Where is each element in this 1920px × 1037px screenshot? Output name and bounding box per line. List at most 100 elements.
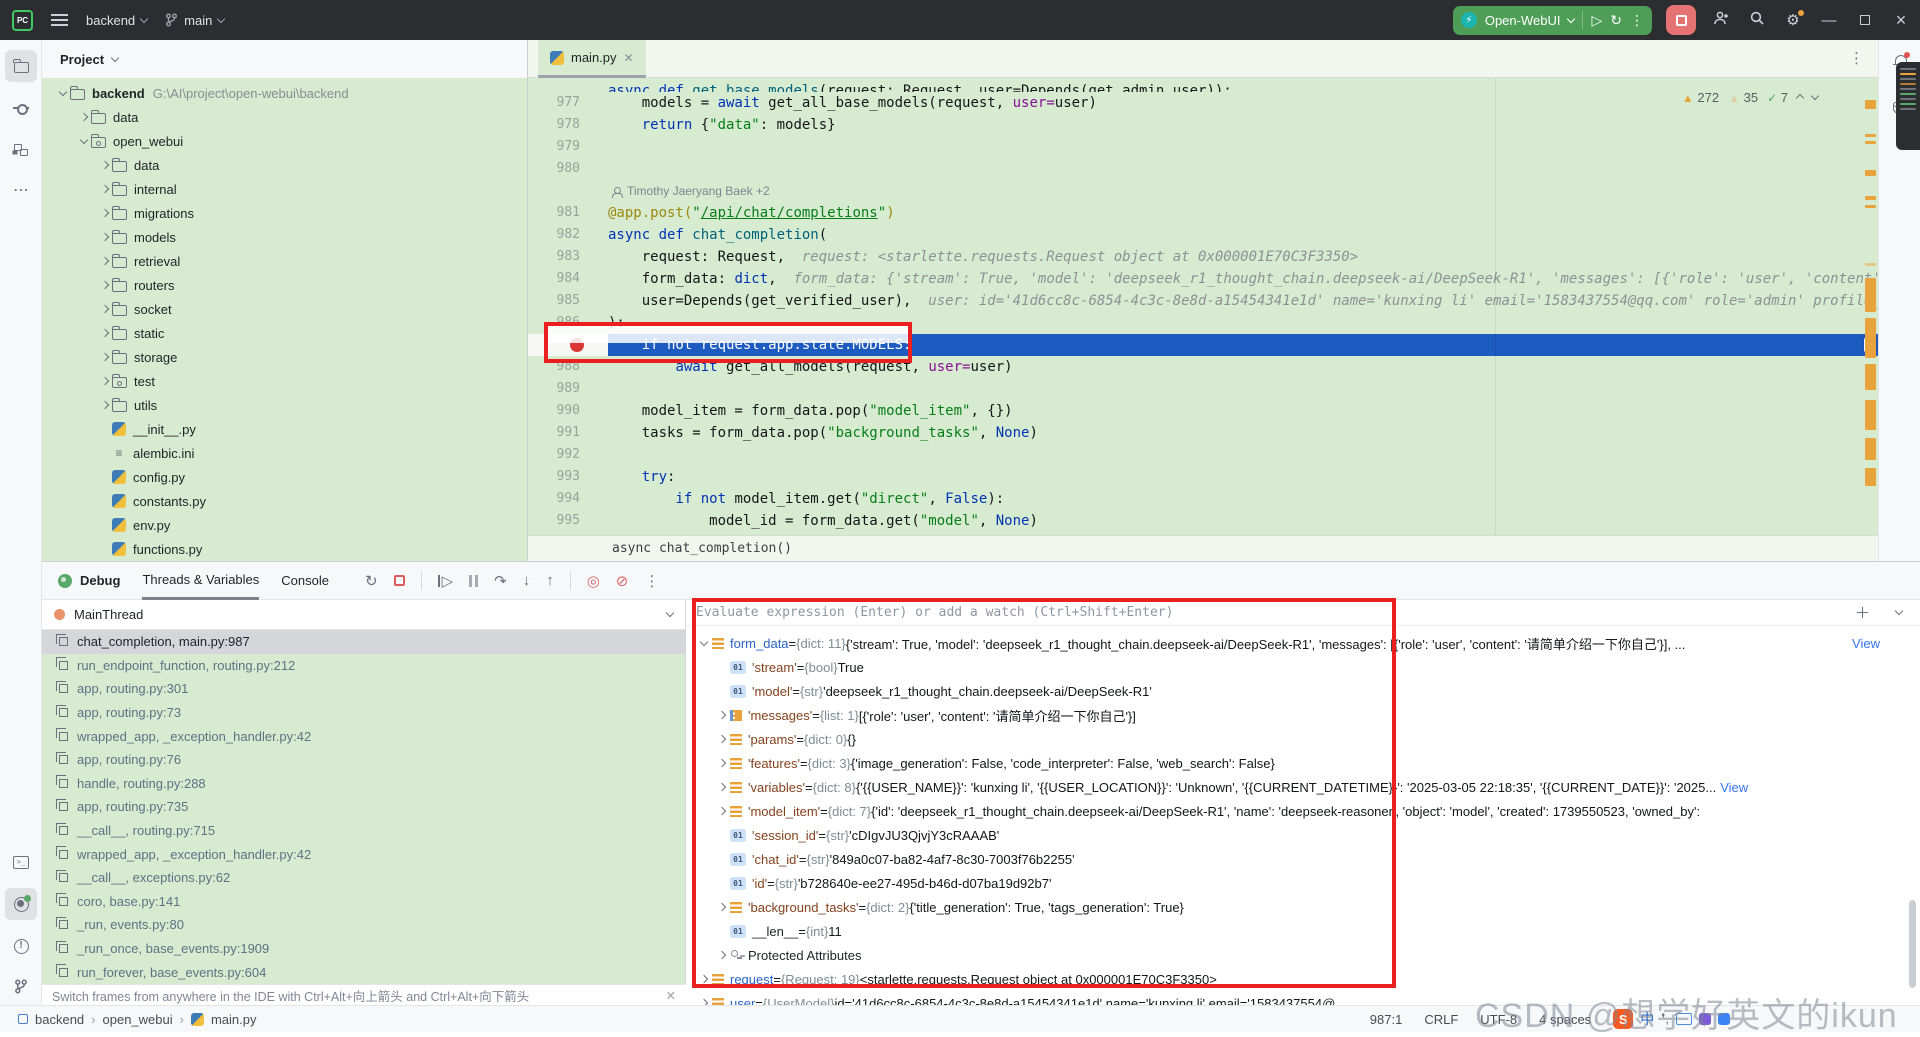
tree-row[interactable]: open_webui xyxy=(42,129,527,153)
settings-gear-icon[interactable]: ⚙ xyxy=(1782,10,1804,29)
tree-chevron-icon[interactable] xyxy=(100,184,110,194)
tree-row[interactable]: data xyxy=(42,153,527,177)
tree-chevron-icon[interactable] xyxy=(100,400,110,410)
tree-row[interactable]: routers xyxy=(42,273,527,297)
tree-row[interactable]: storage xyxy=(42,345,527,369)
caret-position[interactable]: 987:1 xyxy=(1370,1012,1403,1027)
frame-row[interactable]: wrapped_app, _exception_handler.py:42 xyxy=(42,724,685,748)
frame-row[interactable]: app, routing.py:301 xyxy=(42,677,685,701)
gutter[interactable]: 984 xyxy=(528,268,608,290)
frame-row[interactable]: run_endpoint_function, routing.py:212 xyxy=(42,654,685,678)
frame-row[interactable]: run_forever, base_events.py:604 xyxy=(42,960,685,984)
dismiss-hint-icon[interactable]: ✕ xyxy=(666,988,676,1003)
branch-selector[interactable]: main xyxy=(165,13,226,28)
gutter[interactable]: 993 xyxy=(528,466,608,488)
frame-row[interactable]: wrapped_app, _exception_handler.py:42 xyxy=(42,842,685,866)
tree-row[interactable]: constants.py xyxy=(42,489,527,513)
git-tool-icon[interactable] xyxy=(5,970,37,1002)
maximize-button[interactable] xyxy=(1854,12,1876,29)
frame-row[interactable]: app, routing.py:73 xyxy=(42,701,685,725)
stop-process-icon[interactable] xyxy=(393,575,405,586)
problems-tool-icon[interactable]: ! xyxy=(5,930,37,962)
tree-chevron-icon[interactable] xyxy=(58,87,68,96)
tree-chevron-icon[interactable] xyxy=(100,208,110,218)
sticky-context-line[interactable]: async chat_completion() xyxy=(528,535,1878,561)
frame-row[interactable]: _run_once, base_events.py:1909 xyxy=(42,937,685,961)
frame-row[interactable]: app, routing.py:76 xyxy=(42,748,685,772)
gutter[interactable]: 982 xyxy=(528,224,608,246)
inspections-widget[interactable]: ▲ 272 ▲ 35 ✓ 7 xyxy=(1682,90,1820,105)
step-out-icon[interactable]: ↑ xyxy=(546,572,554,589)
view-link[interactable]: View xyxy=(1720,780,1788,795)
tree-row[interactable]: __init__.py xyxy=(42,417,527,441)
tab-main-py[interactable]: main.py ✕ xyxy=(538,40,646,78)
prev-problem-chevron[interactable] xyxy=(1795,93,1805,102)
rerun-icon[interactable]: ↻ xyxy=(365,572,378,590)
project-selector[interactable]: backend xyxy=(86,13,149,28)
tree-row[interactable]: data xyxy=(42,105,527,129)
gutter[interactable]: 991 xyxy=(528,422,608,444)
next-problem-chevron[interactable] xyxy=(1810,91,1820,101)
variables-scrollbar[interactable] xyxy=(1909,900,1916,988)
debug-tool-icon[interactable] xyxy=(5,888,37,920)
tree-row[interactable]: test xyxy=(42,369,527,393)
pause-icon[interactable] xyxy=(469,574,479,587)
tab-threads-variables[interactable]: Threads & Variables xyxy=(142,562,260,600)
tree-chevron-icon[interactable] xyxy=(100,352,110,362)
frame-row[interactable]: app, routing.py:735 xyxy=(42,795,685,819)
tree-row[interactable]: retrieval xyxy=(42,249,527,273)
frame-row[interactable]: chat_completion, main.py:987 xyxy=(42,630,685,654)
rerun-debug-button[interactable]: ↻ xyxy=(1610,12,1622,29)
tree-row[interactable]: config.py xyxy=(42,465,527,489)
tree-chevron-icon[interactable] xyxy=(100,376,110,386)
main-menu-icon[interactable] xyxy=(51,14,68,26)
structure-tool-icon[interactable] xyxy=(5,134,37,166)
project-panel-header[interactable]: Project xyxy=(42,40,527,78)
gutter[interactable]: 979 xyxy=(528,136,608,158)
tab-console[interactable]: Console xyxy=(281,562,329,600)
run-button[interactable]: ▷ xyxy=(1591,12,1602,29)
view-link[interactable]: View xyxy=(1852,636,1920,651)
line-separator[interactable]: CRLF xyxy=(1424,1012,1458,1027)
add-watch-icon[interactable]: ＋ xyxy=(1855,602,1870,623)
breadcrumb[interactable]: backend › open_webui › main.py xyxy=(0,1012,257,1027)
more-tools-icon[interactable]: ⋯ xyxy=(5,174,37,206)
commit-tool-icon[interactable] xyxy=(5,92,37,124)
run-configuration-pill[interactable]: ⚡ Open-WebUI ▷ ↻ ⋮ xyxy=(1452,5,1652,35)
gutter[interactable]: 983 xyxy=(528,246,608,268)
tree-chevron-icon[interactable] xyxy=(100,160,110,170)
tab-options-kebab[interactable]: ⋮ xyxy=(1849,49,1864,67)
frame-row[interactable]: _run, events.py:80 xyxy=(42,913,685,937)
tree-chevron-icon[interactable] xyxy=(79,112,89,122)
tree-row[interactable]: static xyxy=(42,321,527,345)
gutter[interactable]: 994 xyxy=(528,488,608,510)
tree-chevron-icon[interactable] xyxy=(79,135,89,144)
gutter[interactable]: 985 xyxy=(528,290,608,312)
gutter[interactable]: 981 xyxy=(528,202,608,224)
close-button[interactable]: × xyxy=(1890,10,1912,31)
mute-breakpoints-icon[interactable]: ⊘ xyxy=(616,572,629,590)
frame-row[interactable]: __call__, routing.py:715 xyxy=(42,819,685,843)
tree-row[interactable]: migrations xyxy=(42,201,527,225)
frame-row[interactable]: coro, base.py:141 xyxy=(42,890,685,914)
thread-selector[interactable]: MainThread xyxy=(42,600,685,630)
gutter[interactable]: 978 xyxy=(528,114,608,136)
gutter[interactable]: 977 xyxy=(528,92,608,114)
tree-row[interactable]: internal xyxy=(42,177,527,201)
tree-row[interactable]: functions.py xyxy=(42,537,527,561)
tree-chevron-icon[interactable] xyxy=(100,304,110,314)
tree-row[interactable]: env.py xyxy=(42,513,527,537)
gutter[interactable]: 980 xyxy=(528,158,608,180)
tree-row[interactable]: ≡ alembic.ini xyxy=(42,441,527,465)
step-over-icon[interactable]: ↷ xyxy=(494,572,507,590)
step-into-icon[interactable]: ↓ xyxy=(523,572,531,589)
view-breakpoints-icon[interactable]: ◎ xyxy=(587,572,600,590)
tree-row[interactable]: utils xyxy=(42,393,527,417)
tree-chevron-icon[interactable] xyxy=(100,256,110,266)
frame-row[interactable]: handle, routing.py:288 xyxy=(42,772,685,796)
gutter[interactable]: 995 xyxy=(528,510,608,532)
watch-expand-chevron[interactable] xyxy=(1894,606,1904,616)
run-more-kebab[interactable]: ⋮ xyxy=(1630,12,1644,29)
tree-chevron-icon[interactable] xyxy=(100,232,110,242)
project-tool-icon[interactable] xyxy=(5,50,37,82)
